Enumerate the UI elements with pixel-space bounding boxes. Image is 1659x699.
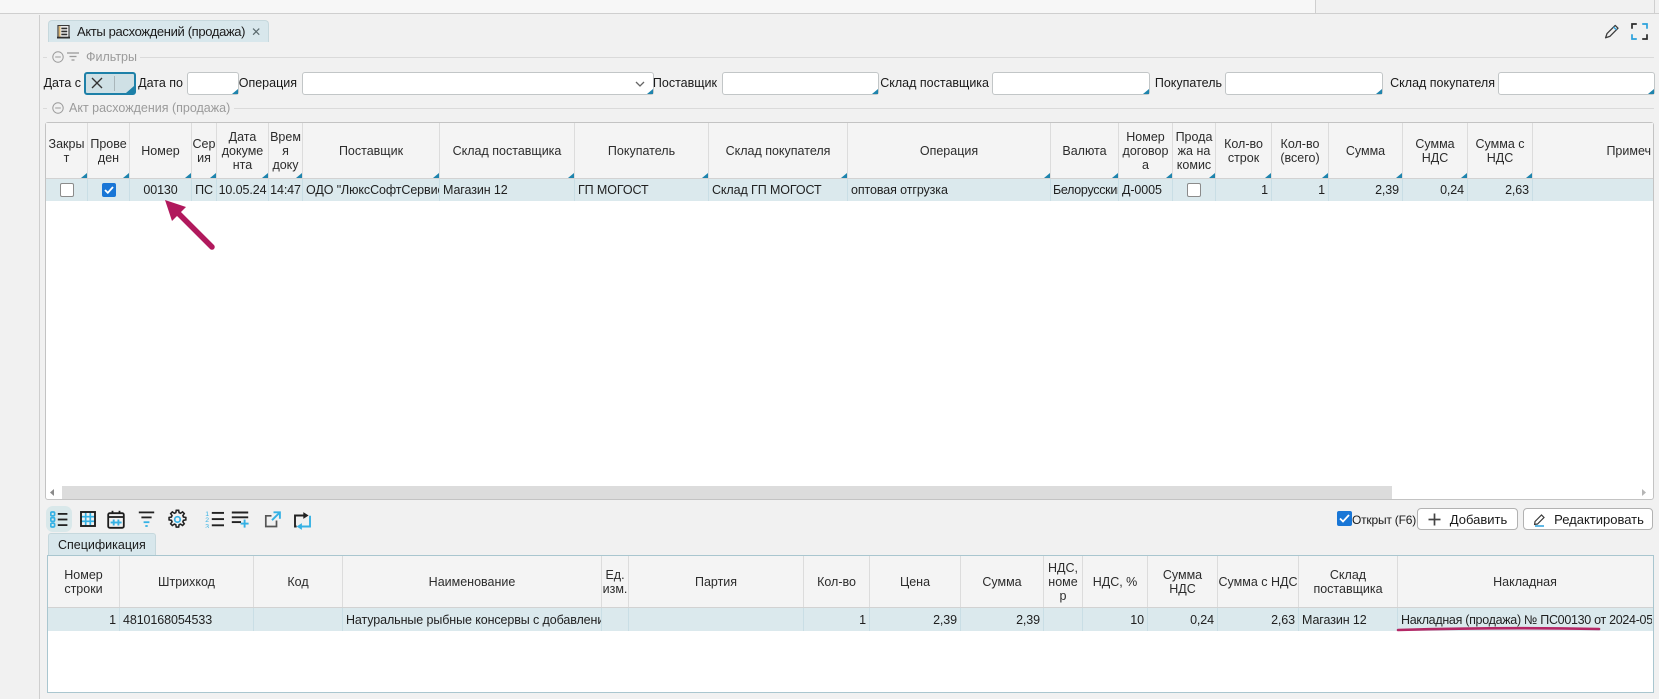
svg-text:3: 3 <box>205 523 209 528</box>
